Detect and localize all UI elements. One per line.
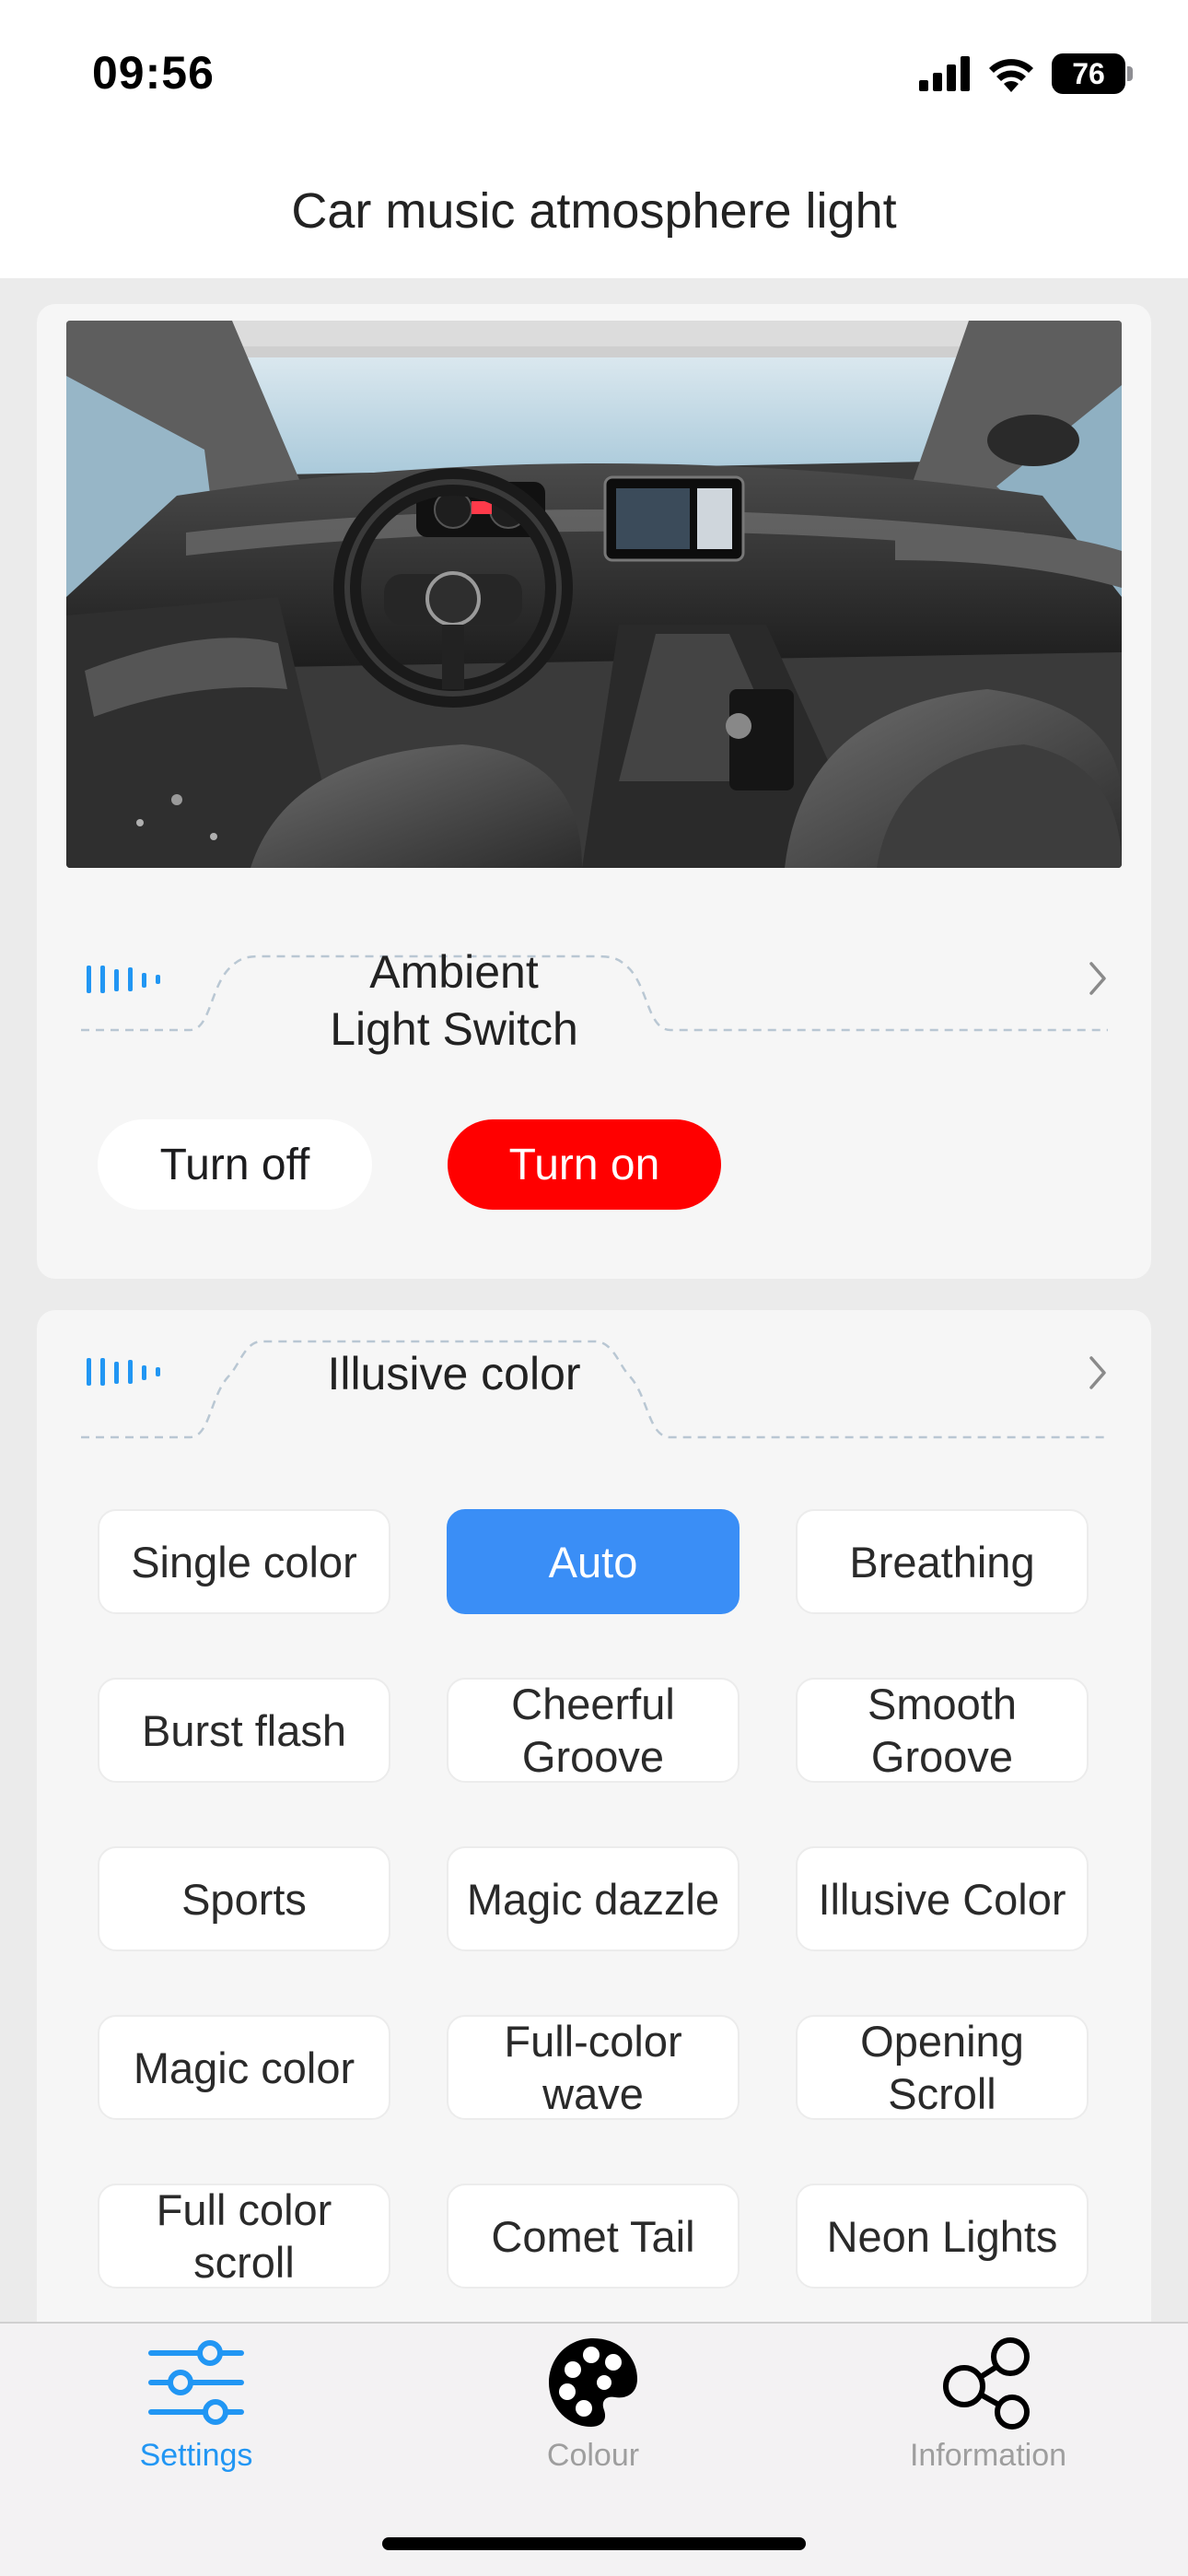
- mode-label: Opening Scroll: [860, 2015, 1024, 2120]
- tab-information[interactable]: Information: [850, 2333, 1126, 2499]
- mode-button-single-color[interactable]: Single color: [98, 1509, 390, 1614]
- wifi-icon: [989, 59, 1033, 92]
- mode-button-magic-dazzle[interactable]: Magic dazzle: [447, 1846, 740, 1951]
- mode-button-cheerful-groove[interactable]: Cheerful Groove: [447, 1678, 740, 1783]
- mode-label: Illusive Color: [818, 1873, 1066, 1926]
- tab-information-label: Information: [909, 2438, 1067, 2473]
- equalizer-bars-icon: [87, 966, 160, 993]
- mode-label-line: Auto: [548, 1537, 638, 1587]
- mode-button-comet-tail[interactable]: Comet Tail: [447, 2184, 740, 2289]
- mode-label-line: Sports: [181, 1874, 307, 1924]
- mode-label: Neon Lights: [827, 2210, 1058, 2263]
- mode-button-breathing[interactable]: Breathing: [796, 1509, 1089, 1614]
- sliders-icon: [148, 2340, 244, 2425]
- mode-label: Magic dazzle: [467, 1873, 719, 1926]
- status-time: 09:56: [92, 47, 215, 99]
- nav-header: Car music atmosphere light: [0, 138, 1188, 278]
- mode-label-line: Cheerful: [511, 1680, 675, 1728]
- mode-label: Comet Tail: [491, 2210, 694, 2263]
- battery-level: 76: [1052, 53, 1125, 94]
- ambient-title-line1: Ambient: [369, 946, 539, 998]
- mode-button-magic-color[interactable]: Magic color: [98, 2015, 390, 2120]
- modes-section-title: Illusive color: [327, 1348, 581, 1399]
- ambient-section-title: Ambient Light Switch: [265, 943, 643, 1058]
- equalizer-bars-icon: [87, 1358, 160, 1386]
- mode-label-line: Scroll: [888, 2069, 996, 2118]
- mode-button-opening-scroll[interactable]: Opening Scroll: [796, 2015, 1089, 2120]
- turn-on-button[interactable]: Turn on: [448, 1119, 721, 1210]
- mode-label-line: Full color: [156, 2185, 332, 2234]
- modes-section-header[interactable]: Illusive color: [81, 1310, 1108, 1439]
- car-interior-illustration: [66, 321, 1122, 868]
- car-interior-image: [66, 321, 1122, 868]
- mode-label: Magic color: [134, 2042, 355, 2094]
- share-nodes-icon: [943, 2337, 1030, 2430]
- mode-label: Breathing: [849, 1536, 1034, 1588]
- status-bar: 09:56 76: [0, 0, 1188, 138]
- mode-label-line: Breathing: [849, 1537, 1035, 1587]
- mode-label-line: Opening: [860, 2017, 1024, 2066]
- mode-label: Burst flash: [142, 1704, 346, 1757]
- ambient-section-header[interactable]: Ambient Light Switch: [81, 923, 1108, 1055]
- mode-label-line: Neon Lights: [826, 2211, 1058, 2261]
- mode-label: Auto: [549, 1536, 638, 1588]
- color-modes-card: Illusive color Single color Auto Breathing…: [37, 1310, 1151, 2416]
- mode-label: Cheerful Groove: [511, 1678, 675, 1783]
- mode-label-line: Groove: [521, 1732, 665, 1781]
- chevron-right-icon[interactable]: [1088, 960, 1108, 997]
- page-title: Car music atmosphere light: [291, 183, 897, 239]
- mode-label-line: Smooth: [868, 1680, 1017, 1728]
- mode-button-sports[interactable]: Sports: [98, 1846, 390, 1951]
- battery-tip: [1127, 66, 1133, 81]
- mode-label-line: Burst flash: [141, 1705, 347, 1755]
- chevron-right-icon[interactable]: [1088, 1354, 1108, 1391]
- mode-label: Full color scroll: [157, 2184, 332, 2289]
- tab-colour-label: Colour: [546, 2438, 640, 2473]
- home-indicator[interactable]: [382, 2537, 806, 2550]
- mode-label: Smooth Groove: [868, 1678, 1017, 1783]
- mode-label-line: Magic color: [133, 2043, 355, 2092]
- mode-label: Single color: [131, 1536, 357, 1588]
- tab-settings[interactable]: Settings: [58, 2333, 334, 2499]
- mode-label: Full-color wave: [504, 2015, 681, 2120]
- mode-label-line: Single color: [131, 1537, 357, 1587]
- mode-label-line: Magic dazzle: [466, 1874, 720, 1924]
- mode-label-line: scroll: [193, 2238, 295, 2287]
- mode-button-burst-flash[interactable]: Burst flash: [98, 1678, 390, 1783]
- mode-button-neon-lights[interactable]: Neon Lights: [796, 2184, 1089, 2289]
- app-screen: 09:56 76 Car music atmosphere light Ambi…: [0, 0, 1188, 2576]
- mode-grid: Single color Auto Breathing Burst flash Chee…: [98, 1509, 1090, 2289]
- ambient-title-line2: Light Switch: [330, 1003, 578, 1055]
- mode-label-line: Comet Tail: [491, 2211, 695, 2261]
- mode-button-illusive-color[interactable]: Illusive Color: [796, 1846, 1089, 1951]
- mode-button-auto[interactable]: Auto: [447, 1509, 740, 1614]
- turn-off-button[interactable]: Turn off: [98, 1119, 372, 1210]
- cellular-signal-icon: [919, 56, 970, 91]
- tab-settings-label: Settings: [139, 2438, 253, 2473]
- mode-label-line: Groove: [870, 1732, 1014, 1781]
- mode-button-full-color-wave[interactable]: Full-color wave: [447, 2015, 740, 2120]
- tab-colour[interactable]: Colour: [455, 2333, 731, 2499]
- mode-label: Sports: [181, 1873, 307, 1926]
- mode-label-line: Full-color: [504, 2017, 682, 2066]
- palette-icon: [549, 2338, 637, 2427]
- mode-label-line: Illusive Color: [818, 1874, 1066, 1924]
- mode-button-smooth-groove[interactable]: Smooth Groove: [796, 1678, 1089, 1783]
- mode-label-line: wave: [542, 2069, 644, 2118]
- ambient-light-card: Ambient Light Switch Turn off Turn on: [37, 304, 1151, 1279]
- battery-icon: 76: [1052, 53, 1133, 94]
- status-icons: 76: [919, 53, 1133, 94]
- mode-button-full-color-scroll[interactable]: Full color scroll: [98, 2184, 390, 2289]
